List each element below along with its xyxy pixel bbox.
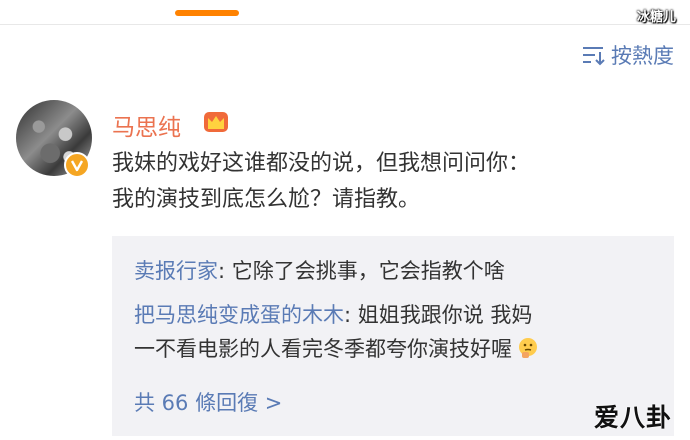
sort-label: 按熱度: [611, 44, 674, 68]
thinking-face-icon: [516, 336, 540, 360]
crown-icon: [203, 109, 229, 135]
reply-text: : 它除了会挑事，它会指教个啥: [218, 259, 505, 283]
reply-text: : 姐姐我跟你说 我妈: [344, 303, 533, 327]
replies-panel: 卖报行家: 它除了会挑事，它会指教个啥 把马思纯变成蛋的木木: 姐姐我跟你说 我…: [112, 236, 674, 436]
reply-text-continued: 一不看电影的人看完冬季都夸你演技好喔: [134, 332, 540, 366]
reply-item: 把马思纯变成蛋的木木: 姐姐我跟你说 我妈: [134, 298, 532, 332]
reply-text: 一不看电影的人看完冬季都夸你演技好喔: [134, 337, 512, 361]
reply-username[interactable]: 卖报行家: [134, 259, 218, 283]
reply-item: 卖报行家: 它除了会挑事，它会指教个啥: [134, 254, 505, 288]
comment-body: 我妹的戏好这谁都没的说，但我想问问你： 我的演技到底怎么尬？请指教。: [112, 146, 672, 218]
comment-username[interactable]: 马思纯: [112, 108, 181, 142]
comment-line: 我的演技到底怎么尬？请指教。: [112, 187, 421, 212]
sort-by-heat-button[interactable]: 按熱度: [581, 40, 674, 70]
top-watermark: 冰糖儿: [636, 10, 676, 25]
reply-username[interactable]: 把马思纯变成蛋的木木: [134, 303, 344, 327]
active-tab-indicator: [175, 10, 239, 16]
header-divider: [0, 24, 690, 25]
sort-icon: [581, 43, 605, 67]
comment-line: 我妹的戏好这谁都没的说，但我想问问你：: [112, 151, 531, 176]
view-more-replies-link[interactable]: 共 66 條回復 >: [134, 386, 282, 420]
bottom-watermark: 爱八卦: [593, 403, 672, 432]
verified-icon: [64, 152, 90, 178]
